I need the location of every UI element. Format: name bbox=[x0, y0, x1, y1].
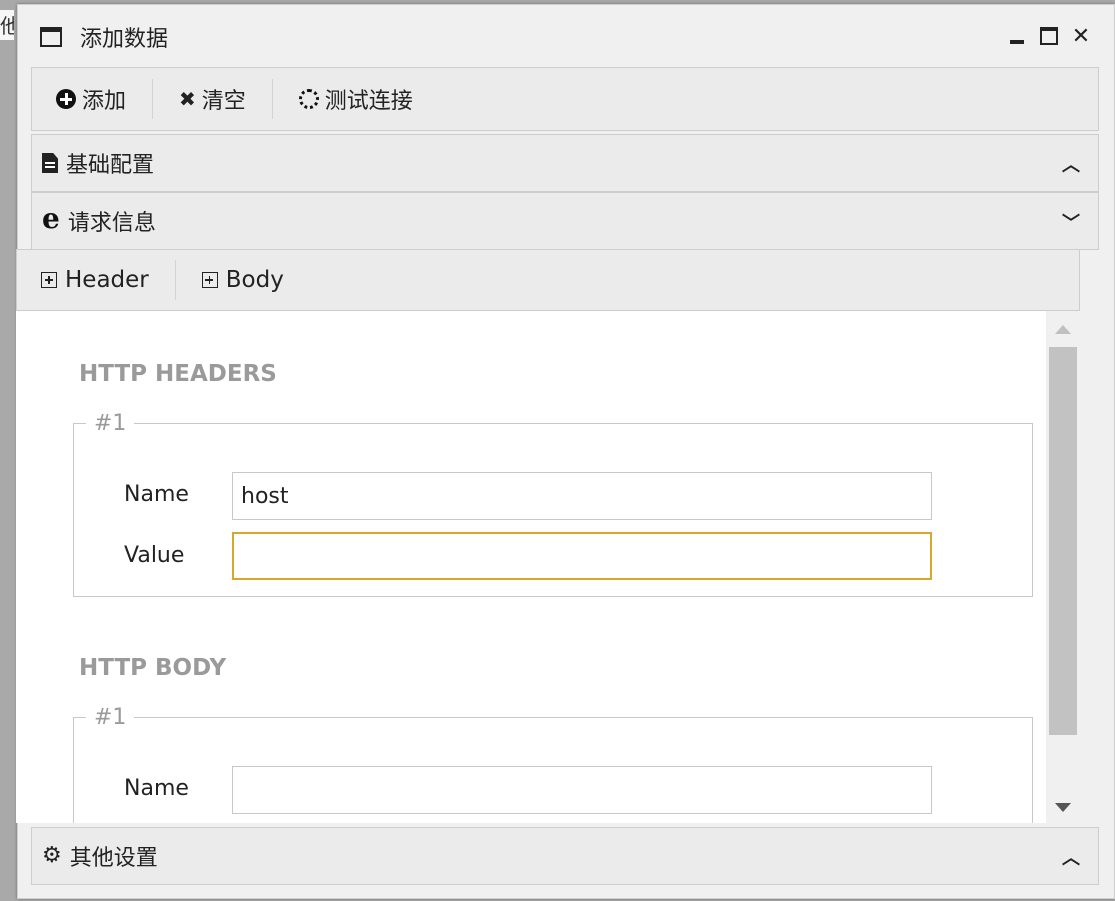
maximize-icon bbox=[1040, 27, 1058, 45]
chevron-up-icon[interactable]: ︿ bbox=[1062, 844, 1080, 870]
header-name-input[interactable] bbox=[232, 472, 932, 520]
cogs-icon: ⚙ bbox=[42, 843, 62, 868]
minimize-icon bbox=[1010, 40, 1024, 44]
header-name-label: Name bbox=[124, 482, 189, 507]
section-basic-config[interactable]: 基础配置 ︿ bbox=[31, 134, 1099, 192]
body-group-legend: #1 bbox=[94, 705, 127, 730]
section-other-header[interactable]: ⚙ 其他设置 bbox=[32, 828, 1098, 884]
add-body-button[interactable]: Body bbox=[176, 260, 310, 300]
test-connection-label: 测试连接 bbox=[324, 89, 413, 114]
add-body-label: Body bbox=[225, 267, 284, 293]
plus-square-icon bbox=[41, 272, 57, 288]
close-icon: ✕ bbox=[1071, 23, 1091, 49]
body-name-label: Name bbox=[124, 776, 189, 801]
add-button[interactable]: 添加 bbox=[32, 79, 152, 119]
close-button[interactable]: ✕ bbox=[1068, 19, 1094, 53]
vertical-scrollbar[interactable] bbox=[1046, 311, 1080, 823]
add-button-label: 添加 bbox=[82, 89, 127, 114]
title-bar[interactable]: 添加数据 ✕ bbox=[18, 5, 1114, 67]
section-basic-label: 基础配置 bbox=[66, 153, 155, 178]
request-subtoolbar: Header Body bbox=[16, 249, 1080, 311]
request-content-area: HTTP HEADERS #1 Name Value HTTP BODY #1 … bbox=[16, 311, 1080, 823]
plus-square-icon bbox=[201, 272, 218, 288]
section-other-label: 其他设置 bbox=[69, 846, 158, 871]
clear-button-label: 清空 bbox=[201, 89, 246, 114]
body-name-input[interactable] bbox=[232, 766, 932, 814]
spinner-icon bbox=[298, 89, 319, 109]
header-group-1: #1 Name Value bbox=[73, 411, 1033, 597]
chevron-down-icon[interactable]: ﹀ bbox=[1062, 209, 1080, 235]
scrollbar-thumb[interactable] bbox=[1049, 347, 1077, 735]
add-header-button[interactable]: Header bbox=[17, 260, 175, 300]
times-icon: ✖ bbox=[179, 87, 196, 111]
background-window-fragment: 他 bbox=[0, 10, 14, 40]
window-icon bbox=[40, 27, 62, 47]
header-value-input[interactable] bbox=[232, 532, 932, 580]
plus-circle-icon bbox=[56, 89, 76, 109]
test-connection-button[interactable]: 测试连接 bbox=[273, 79, 439, 119]
body-group-1: #1 Name bbox=[73, 705, 1033, 823]
chevron-up-icon[interactable]: ︿ bbox=[1062, 151, 1080, 177]
clear-button[interactable]: ✖ 清空 bbox=[153, 79, 272, 119]
http-headers-title: HTTP HEADERS bbox=[79, 361, 277, 387]
section-request-label: 请求信息 bbox=[67, 211, 156, 236]
http-body-title: HTTP BODY bbox=[79, 655, 227, 681]
section-request-info[interactable]: e 请求信息 ﹀ bbox=[31, 192, 1099, 250]
file-text-icon bbox=[42, 153, 58, 173]
maximize-button[interactable] bbox=[1036, 19, 1062, 53]
section-request-header[interactable]: e 请求信息 bbox=[32, 193, 1098, 249]
minimize-button[interactable] bbox=[1004, 19, 1030, 53]
main-toolbar: 添加 ✖ 清空 测试连接 bbox=[31, 67, 1099, 131]
scroll-down-arrow-icon[interactable] bbox=[1055, 803, 1071, 812]
window-title: 添加数据 bbox=[80, 27, 169, 52]
edge-icon: e bbox=[42, 202, 60, 235]
section-other-settings[interactable]: ⚙ 其他设置 ︿ bbox=[31, 827, 1099, 885]
scroll-up-arrow-icon[interactable] bbox=[1055, 325, 1071, 334]
header-group-legend: #1 bbox=[94, 411, 127, 436]
add-header-label: Header bbox=[65, 267, 149, 293]
section-basic-header[interactable]: 基础配置 bbox=[32, 135, 1098, 191]
header-value-label: Value bbox=[124, 543, 185, 568]
